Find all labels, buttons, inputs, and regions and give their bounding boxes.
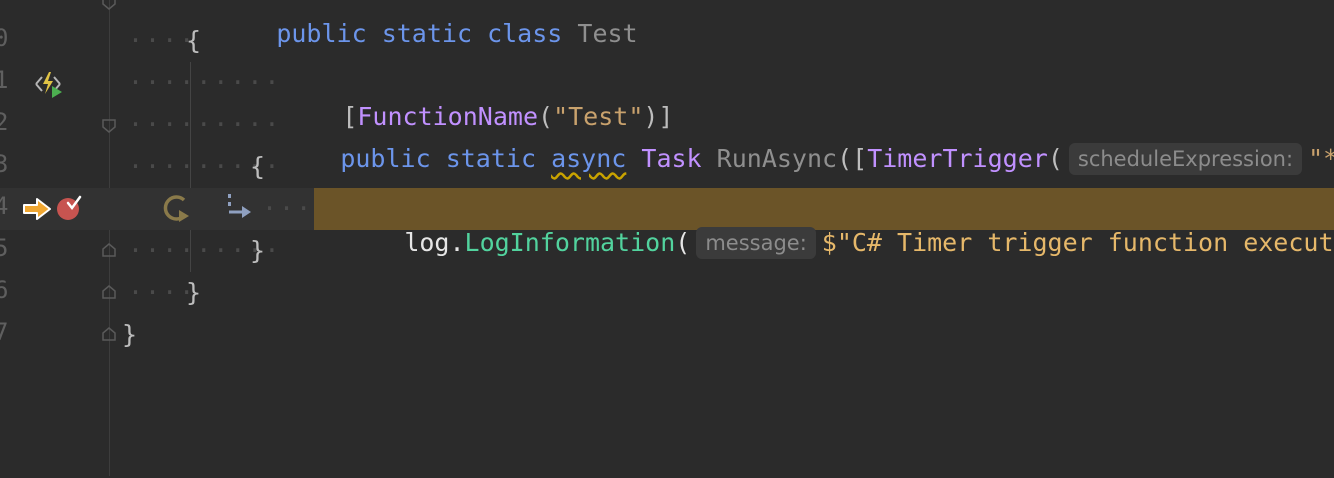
open-brace: { xyxy=(250,152,266,181)
whitespace-dots: ··· xyxy=(262,194,314,223)
code-line-11[interactable]: 1 ········· [FunctionName("Test")] xyxy=(0,62,1334,131)
fold-marker-icon[interactable] xyxy=(101,0,117,11)
fold-marker-icon[interactable] xyxy=(101,242,117,258)
code-line-17[interactable]: 7 } xyxy=(0,314,1334,356)
code-editor[interactable]: public static class Test 0 ···· { 1 ····… xyxy=(0,0,1334,476)
azure-function-run-icon[interactable] xyxy=(30,70,66,98)
close-brace: } xyxy=(186,278,202,307)
step-over-icon[interactable] xyxy=(162,192,194,226)
line-number: 0 xyxy=(0,24,9,52)
code-line-12[interactable]: 2 ········· public static async Task Run… xyxy=(0,104,1334,175)
code-line-13[interactable]: 3 ········· { xyxy=(0,146,1334,188)
fold-marker-icon[interactable] xyxy=(101,326,117,342)
line-number: 4 xyxy=(0,192,9,220)
jump-to-statement-icon[interactable] xyxy=(224,192,256,226)
code-line-14-current[interactable]: 4 ··· log.LogInformation(message: $"C# Ti… xyxy=(0,188,1334,259)
close-brace: } xyxy=(250,236,266,265)
code-line-10[interactable]: 0 ···· { xyxy=(0,20,1334,62)
line-number: 7 xyxy=(0,318,9,346)
fold-marker-icon[interactable] xyxy=(101,118,117,134)
line-number: 6 xyxy=(0,276,9,304)
code-line-16[interactable]: 6 ···· } xyxy=(0,272,1334,314)
execution-point-arrow-icon xyxy=(23,198,51,220)
line-number: 3 xyxy=(0,150,9,178)
fold-marker-icon[interactable] xyxy=(101,284,117,300)
line-number: 2 xyxy=(0,108,9,136)
open-brace: { xyxy=(186,26,202,55)
line-number: 5 xyxy=(0,234,9,262)
close-brace: } xyxy=(122,320,138,349)
breakpoint-checked-icon[interactable] xyxy=(55,194,83,222)
code-line-9[interactable]: public static class Test xyxy=(0,0,1334,48)
code-line-15[interactable]: 5 ········· } xyxy=(0,230,1334,272)
line-number: 1 xyxy=(0,66,9,94)
